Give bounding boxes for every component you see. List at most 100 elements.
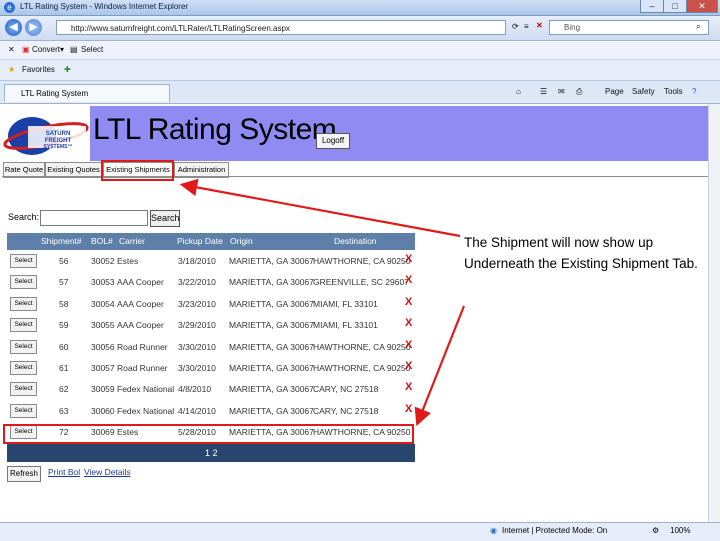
- minimize-button[interactable]: –: [640, 0, 664, 13]
- protected-mode-icon[interactable]: ⚙: [652, 526, 659, 535]
- delete-row-icon[interactable]: X: [405, 339, 412, 351]
- cell-pickup: 3/22/2010: [178, 277, 216, 288]
- cell-shipment: 59: [59, 320, 69, 331]
- search-icon[interactable]: ⌕: [696, 22, 700, 32]
- cell-pickup: 3/18/2010: [178, 256, 216, 266]
- shipments-grid-header: Shipment# BOL# Carrier Pickup Date Origi…: [7, 233, 415, 250]
- select-row-button[interactable]: Select: [10, 275, 37, 290]
- col-carrier[interactable]: Carrier: [119, 233, 145, 250]
- svg-text:SYSTEMS™: SYSTEMS™: [44, 144, 73, 150]
- convert-button[interactable]: Convert: [32, 45, 60, 54]
- cell-origin: MARIETTA, GA 30067: [229, 298, 314, 309]
- mail-icon[interactable]: ✉: [558, 87, 565, 96]
- select-row-button[interactable]: Select: [10, 318, 37, 333]
- cell-pickup: 4/8/2010: [178, 384, 212, 395]
- tools-menu[interactable]: Tools: [664, 87, 683, 96]
- cell-shipment: 56: [59, 256, 69, 266]
- col-shipment[interactable]: Shipment#: [41, 233, 82, 250]
- cell-pickup: 3/29/2010: [178, 320, 216, 331]
- security-zone: Internet | Protected Mode: On: [502, 526, 608, 535]
- maximize-button[interactable]: □: [663, 0, 687, 13]
- cell-shipment: 58: [59, 298, 69, 309]
- col-pickup-date[interactable]: Pickup Date: [177, 233, 223, 250]
- cell-destination: MIAMI, FL 33101: [313, 298, 378, 309]
- stop-icon[interactable]: ✕: [536, 21, 543, 30]
- col-destination[interactable]: Destination: [334, 233, 377, 250]
- cell-origin: MARIETTA, GA 30067: [229, 341, 314, 352]
- grid-pager: 1 2: [7, 444, 415, 462]
- pager-pages[interactable]: 1 2: [205, 444, 218, 462]
- chevron-down-icon[interactable]: ▾: [60, 45, 64, 54]
- search-button[interactable]: Search: [150, 210, 180, 227]
- select-row-button[interactable]: Select: [10, 339, 37, 354]
- print-bol-link[interactable]: Print Bol: [48, 467, 80, 477]
- refresh-icon[interactable]: ⟳: [512, 22, 519, 31]
- select-row-button[interactable]: Select: [10, 382, 37, 397]
- delete-row-icon[interactable]: X: [405, 274, 412, 286]
- cell-origin: MARIETTA, GA 30067: [229, 277, 314, 288]
- col-origin[interactable]: Origin: [230, 233, 253, 250]
- cell-destination: CARY, NC 27518: [313, 384, 379, 395]
- logoff-button[interactable]: Logoff: [316, 133, 350, 149]
- delete-row-icon[interactable]: X: [405, 360, 412, 372]
- app-title: LTL Rating System: [93, 113, 337, 146]
- status-bar: ◉ Internet | Protected Mode: On ⚙ 100%: [0, 522, 720, 541]
- cell-shipment: 62: [59, 384, 69, 395]
- highlight-box-tab: [101, 160, 174, 181]
- close-toolbar-icon[interactable]: ✕: [8, 45, 15, 54]
- search-label: Search:: [8, 212, 40, 222]
- cell-pickup: 4/14/2010: [178, 405, 216, 416]
- select-row-button[interactable]: Select: [10, 296, 37, 311]
- cell-bol: 30052: [91, 256, 115, 266]
- col-bol[interactable]: BOL#: [91, 233, 113, 250]
- table-row: Select 62 30059 Fedex National 4/8/2010 MARIE…: [7, 379, 415, 401]
- compat-icon[interactable]: ≡: [524, 22, 529, 31]
- cell-carrier: Fedex National: [117, 405, 175, 416]
- delete-row-icon[interactable]: X: [405, 403, 412, 415]
- cell-pickup: 3/30/2010: [178, 341, 216, 352]
- table-row: Select 60 30056 Road Runner 3/30/2010 MARIETT…: [7, 336, 415, 358]
- help-icon[interactable]: ?: [692, 87, 696, 96]
- zoom-level[interactable]: 100%: [670, 526, 690, 535]
- cell-shipment: 61: [59, 363, 69, 373]
- select-row-button[interactable]: Select: [10, 403, 37, 418]
- search-box[interactable]: Bing: [549, 20, 709, 35]
- delete-row-icon[interactable]: X: [405, 253, 412, 265]
- cell-bol: 30056: [91, 341, 115, 352]
- search-input[interactable]: [40, 210, 148, 226]
- vertical-scrollbar[interactable]: [708, 104, 720, 522]
- print-icon[interactable]: ⎙: [576, 87, 582, 97]
- cell-destination: MIAMI, FL 33101: [313, 320, 378, 331]
- page-menu[interactable]: Page: [605, 87, 624, 96]
- forward-button[interactable]: ▶: [25, 19, 42, 36]
- url-field[interactable]: http://www.saturnfreight.com/LTLRater/LT…: [56, 20, 506, 35]
- ie-icon: e: [4, 2, 15, 13]
- delete-row-icon[interactable]: X: [405, 296, 412, 308]
- favorites-button[interactable]: Favorites: [22, 65, 55, 74]
- highlight-box-row: [3, 424, 414, 444]
- saturn-logo-graphic: SATURN FREIGHT SYSTEMS™: [3, 117, 89, 155]
- cell-carrier: AAA Cooper: [117, 298, 164, 309]
- back-button[interactable]: ◀: [5, 19, 22, 36]
- home-icon[interactable]: ⌂: [516, 87, 521, 96]
- browser-tab[interactable]: LTL Rating System: [4, 84, 170, 102]
- add-favorite-icon[interactable]: ✚: [64, 65, 71, 74]
- select-row-button[interactable]: Select: [10, 361, 37, 375]
- table-row: Select 58 30054 AAA Cooper 3/23/2010 MARIETTA…: [7, 293, 415, 315]
- close-button[interactable]: ✕: [686, 0, 718, 13]
- safety-menu[interactable]: Safety: [632, 87, 655, 96]
- cell-destination: HAWTHORNE, CA 90250: [313, 363, 411, 373]
- refresh-button[interactable]: Refresh: [7, 466, 41, 482]
- table-row: Select 56 30052 Estes 3/18/2010 MARIETTA, GA …: [7, 251, 415, 272]
- view-details-link[interactable]: View Details: [84, 467, 131, 477]
- cell-pickup: 3/23/2010: [178, 298, 216, 309]
- cell-carrier: Road Runner: [117, 341, 168, 352]
- select-row-button[interactable]: Select: [10, 254, 37, 268]
- star-icon: ★: [8, 65, 16, 74]
- delete-row-icon[interactable]: X: [405, 381, 412, 393]
- cell-origin: MARIETTA, GA 30067: [229, 363, 314, 373]
- delete-row-icon[interactable]: X: [405, 317, 412, 329]
- select-button[interactable]: Select: [81, 45, 103, 54]
- logo-text: SATURN: [46, 131, 71, 137]
- feeds-icon[interactable]: ☰: [540, 87, 547, 96]
